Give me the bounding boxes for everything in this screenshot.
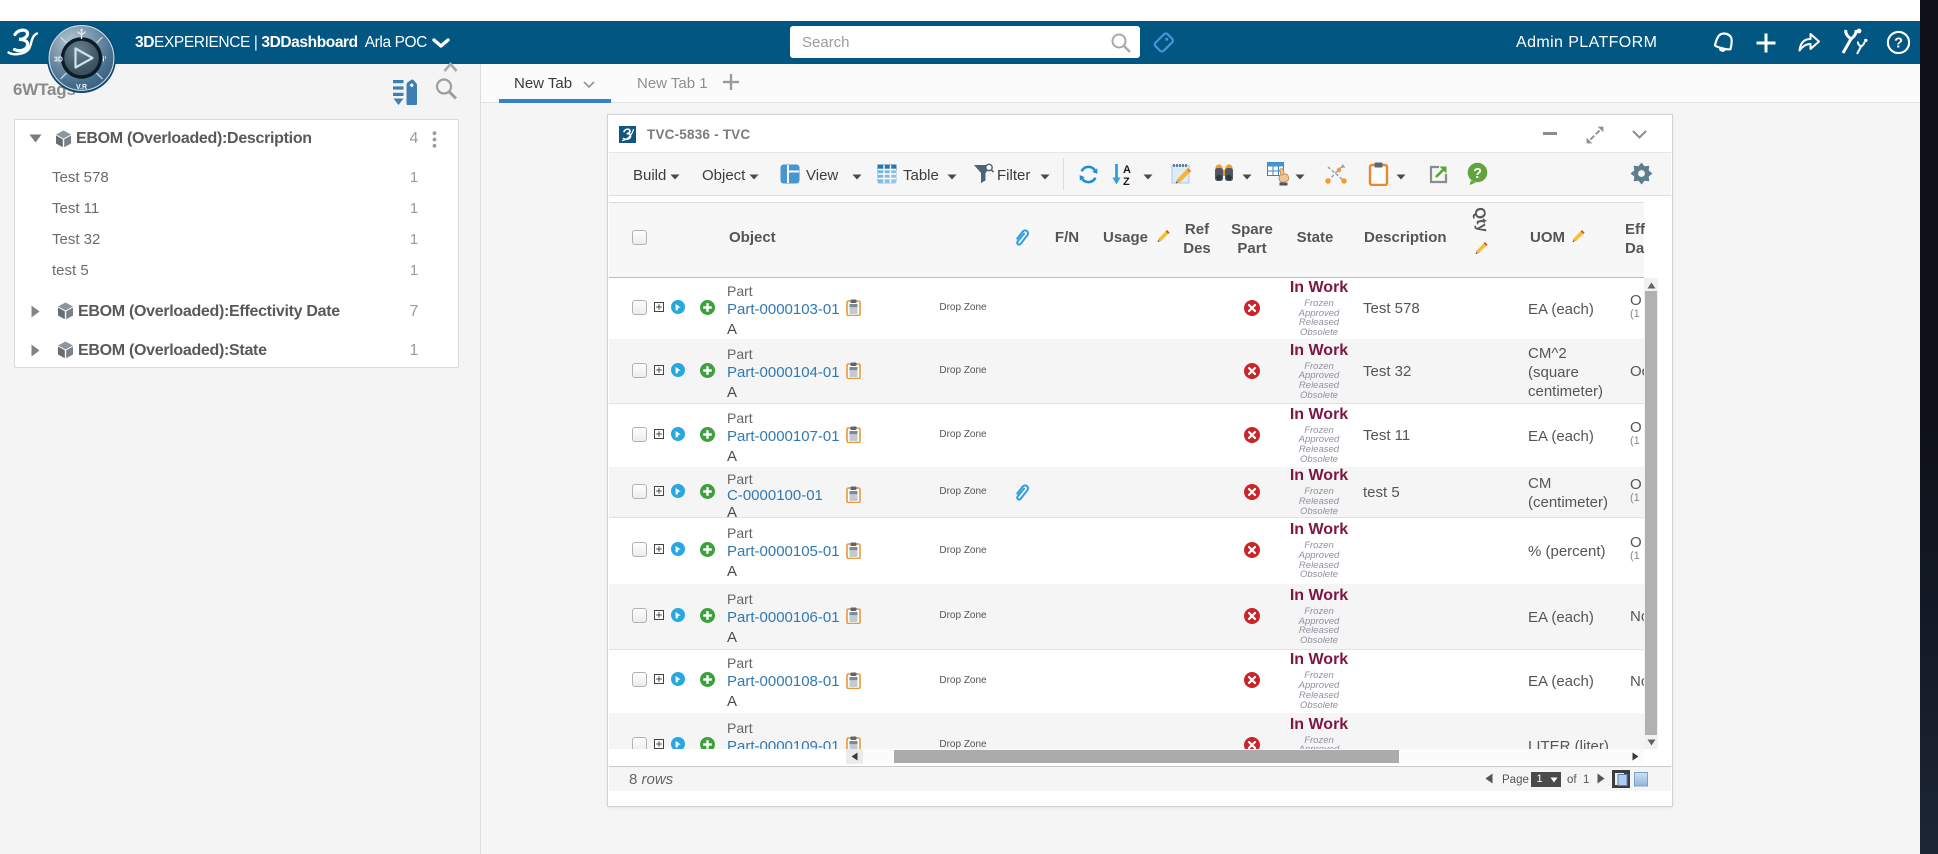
svg-text:3D: 3D [54, 57, 63, 64]
svg-text:?: ? [1894, 36, 1903, 52]
svg-text:?: ? [1473, 166, 1482, 182]
svg-text:i’: i’ [103, 57, 107, 64]
svg-text:Z: Z [1123, 176, 1130, 187]
svg-text:A: A [1123, 164, 1131, 176]
svg-text:V.R: V.R [76, 84, 87, 91]
